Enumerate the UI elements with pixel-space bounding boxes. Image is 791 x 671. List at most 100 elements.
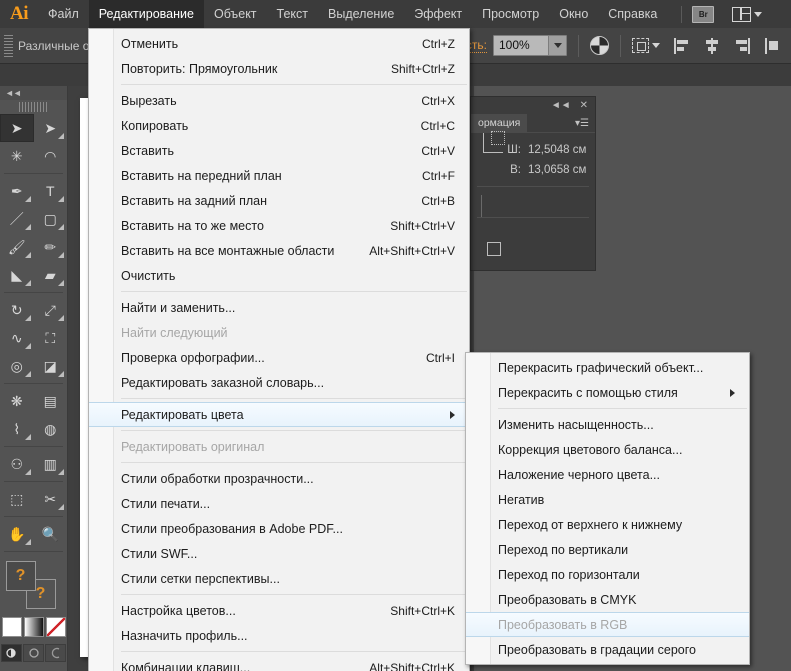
fill-swatch[interactable]: ? [5,561,36,591]
panel-close-icon[interactable]: ✕ [580,100,588,111]
edit-menu-popup[interactable]: Отменить Ctrl+Z Повторить: Прямоугольник Sh… [88,28,470,671]
width-tool[interactable]: ∿ [0,324,34,352]
go-to-bridge-button[interactable]: Br [692,5,715,23]
edit-colors-submenu-popup[interactable]: Перекрасить графический объект... Перекра… [465,352,750,665]
free-transform-tool[interactable]: ⛶ [34,324,68,352]
control-bar-grip[interactable] [4,34,13,57]
type-tool[interactable]: T [34,177,68,205]
menu-item[interactable]: Стили печати... [89,491,469,516]
menu-item[interactable]: Стили обработки прозрачности... [89,466,469,491]
slice-tool[interactable]: ✂ [34,485,68,513]
pencil-tool[interactable]: ✏ [34,233,68,261]
gradient-swatch-button[interactable] [23,617,44,637]
menu-item[interactable]: Назначить профиль... [89,623,469,648]
symbol-sprayer-tool[interactable]: ⚇ [0,450,34,478]
opacity-dropdown-arrow[interactable] [548,36,566,55]
opacity-value[interactable]: 100% [494,36,548,55]
align-left-icon[interactable] [674,37,691,54]
menu-item-2[interactable]: Объект [204,0,267,28]
draw-inside-button[interactable] [45,644,66,662]
eraser-tool[interactable]: ▰ [34,261,68,289]
blob-brush-tool[interactable]: ◣ [0,261,34,289]
blend-tool[interactable]: ◍ [34,415,68,443]
menu-item-7[interactable]: Окно [549,0,598,28]
menu-item[interactable]: Вставить на все монтажные области Alt+Shi… [89,238,469,263]
draw-normal-button[interactable] [1,644,22,662]
menu-item[interactable]: Стили сетки перспективы... [89,566,469,591]
menu-item-4[interactable]: Выделение [318,0,404,28]
menu-item-3[interactable]: Текст [267,0,318,28]
menu-item[interactable]: Повторить: Прямоугольник Shift+Ctrl+Z [89,56,469,81]
tools-panel-grip[interactable] [18,102,49,112]
menu-item[interactable]: Редактировать заказной словарь... [89,370,469,395]
paintbrush-tool[interactable]: 🖌 [0,233,34,261]
menu-item[interactable]: Копировать Ctrl+C [89,113,469,138]
menu-item[interactable]: Стили преобразования в Adobe PDF... [89,516,469,541]
transparency-preview-icon[interactable] [590,36,609,55]
menu-item[interactable]: Коррекция цветового баланса... [466,437,749,462]
rectangle-tool[interactable]: ▢ [34,205,68,233]
line-segment-tool[interactable]: ／ [0,205,34,233]
pen-tool[interactable]: ✒ [0,177,34,205]
menu-item[interactable]: Вставить на то же место Shift+Ctrl+V [89,213,469,238]
collapse-icon[interactable]: ◄◄ [5,88,22,98]
artboard-tool[interactable]: ⬚ [0,485,34,513]
panel-collapse-icon[interactable]: ◄◄ [551,100,571,111]
tab-information[interactable]: ормация [471,114,528,132]
menu-item[interactable]: Переход от верхнего к нижнему [466,512,749,537]
align-to-selection-button[interactable] [632,38,660,53]
menu-item[interactable]: Вырезать Ctrl+X [89,88,469,113]
eyedropper-tool[interactable]: ⌇ [0,415,34,443]
menu-item[interactable]: Преобразовать в CMYK [466,587,749,612]
menu-item[interactable]: Найти и заменить... [89,295,469,320]
menu-item-5[interactable]: Эффект [404,0,472,28]
menu-item[interactable]: Отменить Ctrl+Z [89,31,469,56]
menu-item-8[interactable]: Справка [598,0,667,28]
menu-item[interactable]: Стили SWF... [89,541,469,566]
menu-item[interactable]: Настройка цветов... Shift+Ctrl+K [89,598,469,623]
menu-item[interactable]: Негатив [466,487,749,512]
align-right-icon[interactable] [734,37,751,54]
column-graph-tool[interactable]: ▥ [34,450,68,478]
fill-stroke-control[interactable]: ? ? [5,561,62,611]
hand-tool[interactable]: ✋ [0,520,34,548]
color-swatch-button[interactable] [1,617,22,637]
menu-item[interactable]: Перекрасить графический объект... [466,355,749,380]
menu-item[interactable]: Комбинации клавиш... Alt+Shift+Ctrl+K [89,655,469,671]
menu-item[interactable]: Наложение черного цвета... [466,462,749,487]
menu-item-6[interactable]: Просмотр [472,0,549,28]
rotate-tool[interactable]: ↻ [0,296,34,324]
scale-tool[interactable]: ⤢ [34,296,68,324]
menu-item[interactable]: Перекрасить с помощью стиля [466,380,749,405]
menu-item[interactable]: Преобразовать в градации серого [466,637,749,662]
menu-item[interactable]: Переход по вертикали [466,537,749,562]
drawing-mode-row [0,644,67,662]
shape-builder-tool[interactable]: ◎ [0,352,34,380]
menu-item[interactable]: Вставить Ctrl+V [89,138,469,163]
menu-item[interactable]: Вставить на задний план Ctrl+B [89,188,469,213]
menu-item[interactable]: Очистить [89,263,469,288]
mesh-tool[interactable]: ❋ [0,387,34,415]
magic-wand-tool[interactable]: ✳ [0,142,34,170]
arrange-documents-button[interactable] [732,6,763,22]
align-distribute-icon[interactable] [764,37,781,54]
menu-item[interactable]: Редактировать цвета [89,402,469,427]
gradient-tool[interactable]: ▤ [34,387,68,415]
menu-item[interactable]: Проверка орфографии... Ctrl+I [89,345,469,370]
menu-item[interactable]: Переход по горизонтали [466,562,749,587]
opacity-combo[interactable]: 100% [493,35,567,56]
menu-item-0[interactable]: Файл [38,0,89,28]
perspective-grid-tool[interactable]: ◪ [34,352,68,380]
menu-item[interactable]: Изменить насыщенность... [466,412,749,437]
lasso-tool[interactable]: ◠ [34,142,68,170]
align-center-horizontal-icon[interactable] [704,37,721,54]
zoom-tool[interactable]: 🔍 [34,520,68,548]
tools-panel-header[interactable]: ◄◄ [0,86,67,100]
direct-selection-tool[interactable]: ➤ [34,114,68,142]
selection-tool[interactable]: ➤ [0,114,34,142]
none-swatch-button[interactable] [45,617,66,637]
menu-item[interactable]: Вставить на передний план Ctrl+F [89,163,469,188]
draw-behind-button[interactable] [23,644,44,662]
panel-menu-button[interactable]: ▾☰ [575,114,595,132]
menu-edit[interactable]: Редактирование [88,0,204,28]
